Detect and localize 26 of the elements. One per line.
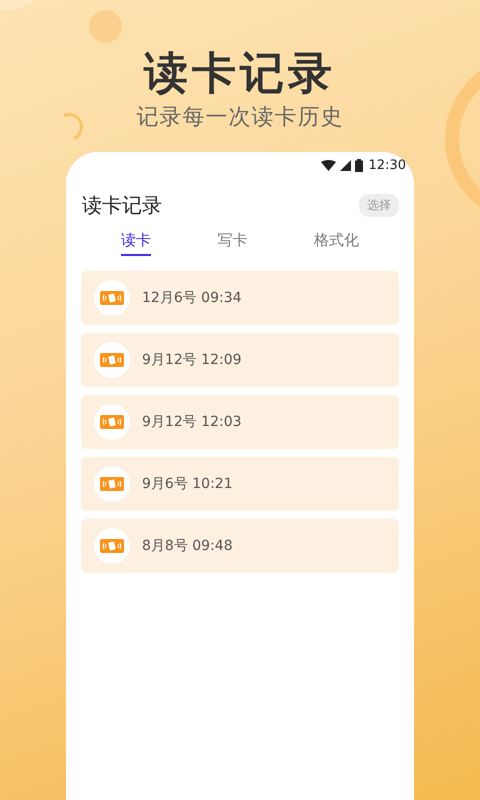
record-row[interactable]: 12月6号 09:34: [81, 271, 399, 325]
record-row[interactable]: 9月6号 10:21: [81, 457, 399, 511]
wifi-icon: [320, 160, 336, 170]
card-reader-icon: [94, 528, 130, 564]
decorative-circle: [89, 10, 122, 43]
status-time: 12:30: [368, 158, 406, 172]
signal-icon: [340, 160, 351, 170]
page-title: 读卡记录: [82, 192, 162, 218]
record-time: 12月6号 09:34: [142, 289, 242, 307]
tab[interactable]: 格式化: [314, 230, 359, 256]
card-reader-icon: [94, 342, 130, 378]
battery-icon: [354, 158, 363, 172]
record-time: 9月12号 12:03: [142, 413, 242, 431]
record-time: 8月8号 09:48: [142, 537, 233, 555]
banner-title: 读卡记录: [144, 48, 336, 100]
banner-subtitle: 记录每一次读卡历史: [136, 104, 344, 132]
card-reader-icon: [94, 466, 130, 502]
card-reader-icon: [94, 280, 130, 316]
tab[interactable]: 读卡: [121, 230, 152, 256]
record-time: 9月6号 10:21: [142, 475, 233, 493]
record-time: 9月12号 12:09: [142, 351, 242, 369]
card-reader-icon: [94, 404, 130, 440]
record-row[interactable]: 9月12号 12:09: [81, 333, 399, 387]
record-row[interactable]: 9月12号 12:03: [81, 395, 399, 449]
record-row[interactable]: 8月8号 09:48: [81, 519, 399, 573]
tab[interactable]: 写卡: [217, 230, 248, 256]
